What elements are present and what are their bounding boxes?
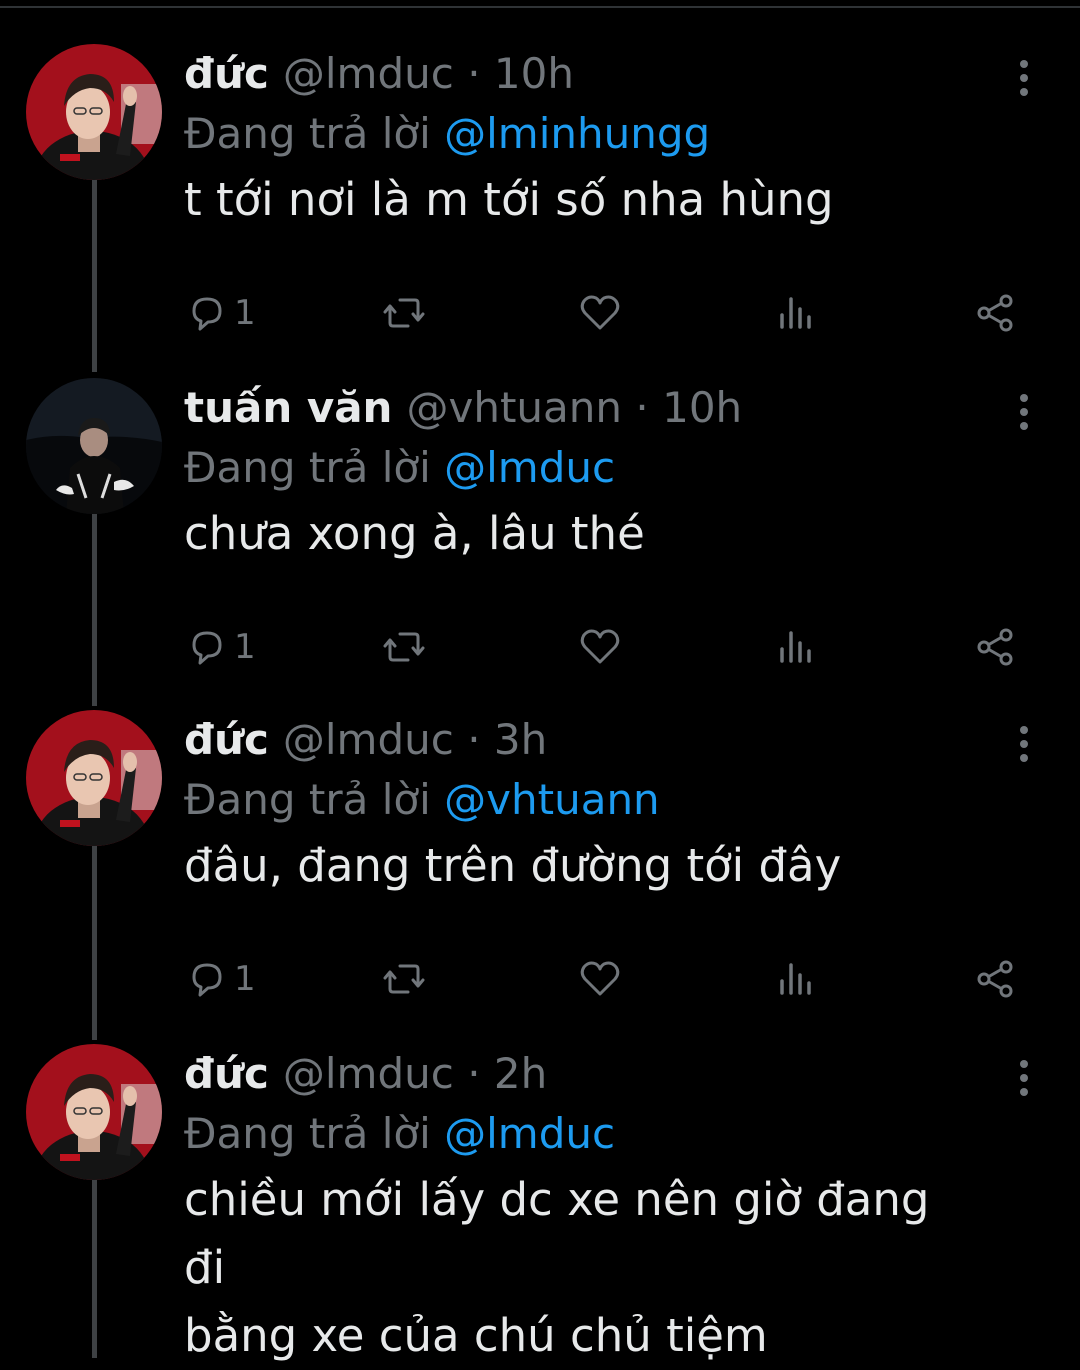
handle[interactable]: @lmduc: [283, 715, 454, 764]
replying-prefix: Đang trả lời: [184, 109, 431, 158]
retweet-icon: [383, 298, 425, 328]
top-divider: [0, 6, 1080, 8]
heart-icon: [580, 629, 620, 664]
replying-to: Đang trả lời @vhtuann: [184, 770, 660, 830]
retweet-button[interactable]: [382, 954, 426, 1004]
tweet[interactable]: đức @lmduc · 3h Đang trả lời @vhtuann đâu…: [0, 710, 1080, 1010]
share-icon: [977, 294, 1013, 332]
tweet-text-line: chiều mới lấy dc xe nên giờ đang đi: [184, 1173, 930, 1294]
views-icon: [780, 631, 811, 663]
avatar[interactable]: [26, 378, 162, 514]
views-icon: [780, 963, 811, 995]
tweet-text: đâu, đang trên đường tới đây: [184, 832, 984, 900]
mention-link[interactable]: @vhtuann: [444, 775, 660, 824]
replying-to: Đang trả lời @lmduc: [184, 1104, 615, 1164]
tweet-text-line: chưa xong à, lâu thé: [184, 507, 645, 560]
mention-link[interactable]: @lmduc: [444, 1109, 615, 1158]
retweet-icon: [383, 964, 425, 994]
reply-button[interactable]: 1: [186, 954, 256, 1004]
display-name[interactable]: tuấn văn: [184, 383, 392, 432]
timestamp[interactable]: 2h: [494, 1049, 547, 1098]
reply-button[interactable]: 1: [186, 288, 256, 338]
views-button[interactable]: [778, 288, 814, 338]
tweet-text-line: đâu, đang trên đường tới đây: [184, 839, 842, 892]
tweet[interactable]: tuấn văn @vhtuann · 10h Đang trả lời @lmd…: [0, 378, 1080, 678]
like-button[interactable]: [578, 622, 622, 672]
separator: ·: [467, 715, 481, 764]
mention-link[interactable]: @lmduc: [444, 443, 615, 492]
more-options-icon: [1020, 60, 1028, 96]
avatar-duc-icon: [26, 1044, 162, 1180]
share-button[interactable]: [974, 622, 1016, 672]
replying-prefix: Đang trả lời: [184, 1109, 431, 1158]
retweet-button[interactable]: [382, 288, 426, 338]
replying-prefix: Đang trả lời: [184, 443, 431, 492]
views-icon: [780, 297, 811, 329]
timestamp[interactable]: 10h: [662, 383, 742, 432]
tweet-text: chiều mới lấy dc xe nên giờ đang đi bằng…: [184, 1166, 984, 1370]
avatar[interactable]: [26, 710, 162, 846]
like-button[interactable]: [578, 954, 622, 1004]
more-options-button[interactable]: [1004, 44, 1044, 104]
views-button[interactable]: [778, 622, 814, 672]
tweet-header: tuấn văn @vhtuann · 10h: [184, 378, 742, 438]
tweet-text-line: t tới nơi là m tới số nha hùng: [184, 173, 834, 226]
more-options-button[interactable]: [1004, 378, 1044, 438]
more-options-button[interactable]: [1004, 710, 1044, 770]
action-bar: 1: [184, 954, 1044, 1004]
share-icon: [977, 960, 1013, 998]
avatar-duc-icon: [26, 44, 162, 180]
more-options-button[interactable]: [1004, 1044, 1044, 1104]
action-bar: 1: [184, 288, 1044, 338]
separator: ·: [467, 1049, 481, 1098]
reply-icon: [192, 297, 222, 331]
avatar-duc-icon: [26, 710, 162, 846]
replying-to: Đang trả lời @lminhungg: [184, 104, 710, 164]
tweet-text-line: bằng xe của chú chủ tiệm: [184, 1309, 768, 1362]
views-button[interactable]: [778, 954, 814, 1004]
tweet-text: t tới nơi là m tới số nha hùng: [184, 166, 984, 234]
avatar[interactable]: [26, 1044, 162, 1180]
reply-icon: [192, 963, 222, 997]
share-button[interactable]: [974, 954, 1016, 1004]
heart-icon: [580, 295, 620, 330]
tweet-header: đức @lmduc · 2h: [184, 1044, 547, 1104]
timestamp[interactable]: 3h: [494, 715, 547, 764]
handle[interactable]: @lmduc: [283, 1049, 454, 1098]
handle[interactable]: @lmduc: [283, 49, 454, 98]
tweet[interactable]: đức @lmduc · 10h Đang trả lời @lminhungg …: [0, 44, 1080, 344]
retweet-icon: [383, 632, 425, 662]
reply-count: 1: [234, 627, 256, 667]
reply-button[interactable]: 1: [186, 622, 256, 672]
reply-count: 1: [234, 959, 256, 999]
retweet-button[interactable]: [382, 622, 426, 672]
reply-count: 1: [234, 293, 256, 333]
avatar[interactable]: [26, 44, 162, 180]
display-name[interactable]: đức: [184, 1049, 269, 1098]
share-button[interactable]: [974, 288, 1016, 338]
heart-icon: [580, 961, 620, 996]
more-options-icon: [1020, 394, 1028, 430]
tweet-header: đức @lmduc · 3h: [184, 710, 547, 770]
tweet-header: đức @lmduc · 10h: [184, 44, 574, 104]
action-bar: 1: [184, 622, 1044, 672]
handle[interactable]: @vhtuann: [406, 383, 622, 432]
replying-prefix: Đang trả lời: [184, 775, 431, 824]
timestamp[interactable]: 10h: [494, 49, 574, 98]
mention-link[interactable]: @lminhungg: [444, 109, 710, 158]
more-options-icon: [1020, 1060, 1028, 1096]
tweet[interactable]: đức @lmduc · 2h Đang trả lời @lmduc chiều…: [0, 1044, 1080, 1362]
display-name[interactable]: đức: [184, 715, 269, 764]
tweet-text: chưa xong à, lâu thé: [184, 500, 984, 568]
reply-icon: [192, 631, 222, 665]
more-options-icon: [1020, 726, 1028, 762]
separator: ·: [467, 49, 481, 98]
separator: ·: [635, 383, 649, 432]
display-name[interactable]: đức: [184, 49, 269, 98]
replying-to: Đang trả lời @lmduc: [184, 438, 615, 498]
share-icon: [977, 628, 1013, 666]
avatar-tuan-icon: [26, 378, 162, 514]
like-button[interactable]: [578, 288, 622, 338]
